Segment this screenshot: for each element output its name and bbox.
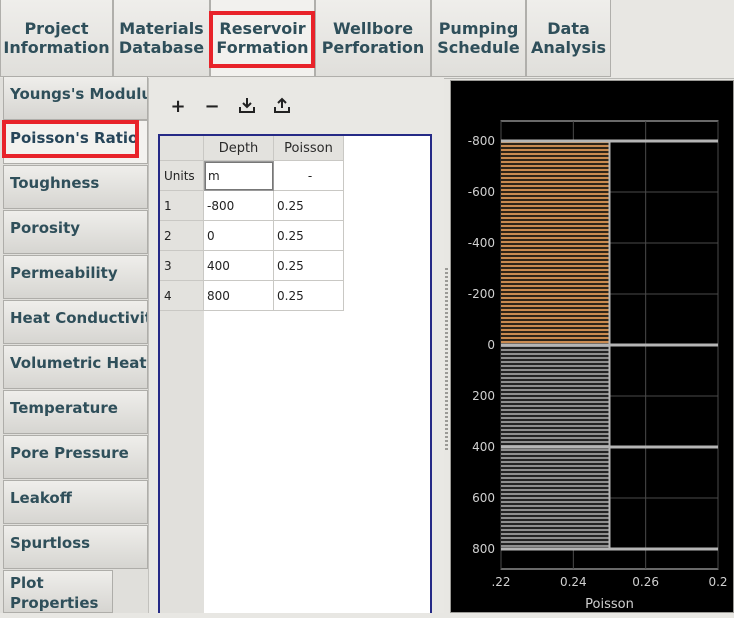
cell-value: 0.25 — [277, 198, 304, 213]
side-tab-temperature[interactable]: Temperature — [3, 390, 148, 434]
tab-label: Data Analysis — [530, 19, 606, 57]
y-tick-label: -200 — [468, 287, 495, 301]
x-axis-label: Poisson — [585, 597, 634, 612]
tab-wellbore-perforation[interactable]: Wellbore Perforation — [315, 0, 431, 77]
tab-label: Project Information — [3, 19, 110, 57]
row-header-label: Units — [164, 168, 195, 183]
side-tab-label: Plot Properties — [10, 574, 99, 612]
import-icon-graphic — [239, 98, 255, 113]
tab-project-information[interactable]: Project Information — [0, 0, 113, 77]
side-tab-volumetric-heat[interactable]: Volumetric Heat C — [3, 345, 148, 389]
row-header-label: 4 — [164, 288, 172, 303]
row-header[interactable]: 4 — [160, 281, 204, 311]
tab-reservoir-formation[interactable]: Reservoir Formation — [210, 0, 315, 77]
row-header[interactable]: 3 — [160, 251, 204, 281]
side-tab-label: Permeability — [10, 264, 118, 282]
column-header-poisson[interactable]: Poisson — [274, 136, 344, 161]
cell-value: m — [208, 169, 220, 183]
export-icon[interactable] — [272, 96, 292, 118]
column-header-depth[interactable]: Depth — [204, 136, 274, 161]
cell-value: 0.25 — [277, 288, 304, 303]
side-tab-label: Pore Pressure — [10, 444, 129, 462]
tab-label: Materials Database — [118, 19, 205, 57]
y-tick-label: 0 — [487, 338, 495, 352]
tab-data-analysis[interactable]: Data Analysis — [526, 0, 611, 77]
side-tab-label: Toughness — [10, 174, 100, 192]
side-tab-label: Temperature — [10, 399, 118, 417]
side-tab-poissons-ratio[interactable]: Poisson's Ratio — [3, 120, 148, 164]
side-tab-youngs-modulus[interactable]: Youngs's Modulus — [3, 76, 148, 120]
x-tick-label: .22 — [491, 575, 510, 589]
side-tab-label: Poisson's Ratio — [10, 129, 139, 147]
import-icon[interactable] — [237, 96, 257, 118]
cell-value: 0.25 — [277, 228, 304, 243]
side-tab-label: Youngs's Modulus — [10, 85, 148, 103]
layer-bar — [501, 141, 610, 345]
y-tick-label: -600 — [468, 185, 495, 199]
tab-materials-database[interactable]: Materials Database — [113, 0, 210, 77]
panel-splitter-handle[interactable] — [445, 268, 448, 452]
x-tick-label: 0.26 — [632, 575, 659, 589]
side-tab-spurtloss[interactable]: Spurtloss — [3, 525, 148, 569]
row-header[interactable]: 1 — [160, 191, 204, 221]
row-header-units[interactable]: Units — [160, 161, 204, 191]
y-tick-label: -800 — [468, 134, 495, 148]
y-tick-label: 200 — [472, 389, 495, 403]
table-cell-poisson[interactable]: 0.25 — [274, 221, 344, 251]
x-tick-label: 0.24 — [560, 575, 587, 589]
side-tab-heat-conductivity[interactable]: Heat Conductivity — [3, 300, 148, 344]
tab-label: Reservoir Formation — [216, 19, 309, 57]
tab-label: Pumping Schedule — [437, 19, 520, 57]
tab-label: Wellbore Perforation — [321, 19, 425, 57]
table-cell-depth[interactable]: -800 — [204, 191, 274, 221]
plus-icon[interactable]: + — [168, 96, 188, 118]
side-tab-label: Heat Conductivity — [10, 309, 148, 327]
y-tick-label: 600 — [472, 491, 495, 505]
cell-value: 0 — [207, 228, 215, 243]
tab-pumping-schedule[interactable]: Pumping Schedule — [431, 0, 526, 77]
y-tick-label: -400 — [468, 236, 495, 250]
x-tick-label: 0.2 — [708, 575, 727, 589]
side-tab-leakoff[interactable]: Leakoff — [3, 480, 148, 524]
side-tab-porosity[interactable]: Porosity — [3, 210, 148, 254]
row-header-label: 2 — [164, 228, 172, 243]
table-cell-poisson[interactable]: 0.25 — [274, 251, 344, 281]
cell-value: 0.25 — [277, 258, 304, 273]
side-tab-toughness[interactable]: Toughness — [3, 165, 148, 209]
main-tab-bar: Project Information Materials Database R… — [0, 0, 734, 79]
table-cell-poisson[interactable]: 0.25 — [274, 281, 344, 311]
side-tab-pore-pressure[interactable]: Pore Pressure — [3, 435, 148, 479]
poisson-depth-chart: -800 -600 -400 -200 0 200 400 600 800 .22 0.24 0.26… — [450, 80, 734, 613]
row-header[interactable]: 2 — [160, 221, 204, 251]
minus-icon[interactable]: − — [202, 96, 222, 118]
cell-value: 800 — [207, 288, 230, 303]
row-header-label: 3 — [164, 258, 172, 273]
side-tab-label: Porosity — [10, 219, 81, 237]
side-tab-permeability[interactable]: Permeability — [3, 255, 148, 299]
cell-value: -800 — [207, 198, 235, 213]
y-tick-label: 800 — [472, 542, 495, 556]
side-tab-label: Volumetric Heat C — [10, 354, 148, 372]
table-cell-poisson-units[interactable]: - — [274, 161, 344, 191]
row-header-label: 1 — [164, 198, 172, 213]
table-cell-depth[interactable]: 800 — [204, 281, 274, 311]
export-icon-graphic — [274, 97, 290, 113]
table-cell-poisson[interactable]: 0.25 — [274, 191, 344, 221]
chart-svg: -800 -600 -400 -200 0 200 400 600 800 .22 0.24 0.26… — [468, 120, 728, 612]
y-tick-label: 400 — [472, 440, 495, 454]
side-tab-label: Spurtloss — [10, 534, 91, 552]
table-cell-depth[interactable]: 0 — [204, 221, 274, 251]
column-header-label: Depth — [218, 140, 259, 156]
table-cell-depth[interactable]: 400 — [204, 251, 274, 281]
chart-plot-area: -800 -600 -400 -200 0 200 400 600 800 .22 0.24 0.26… — [468, 120, 728, 612]
cell-value: - — [307, 168, 313, 183]
cell-value: 400 — [207, 258, 230, 273]
table-cell-depth-units[interactable]: m — [204, 161, 274, 191]
column-header-label: Poisson — [284, 140, 333, 156]
table-corner — [160, 136, 204, 161]
side-tab-plot-properties[interactable]: Plot Properties — [3, 570, 113, 613]
side-tab-label: Leakoff — [10, 489, 72, 507]
